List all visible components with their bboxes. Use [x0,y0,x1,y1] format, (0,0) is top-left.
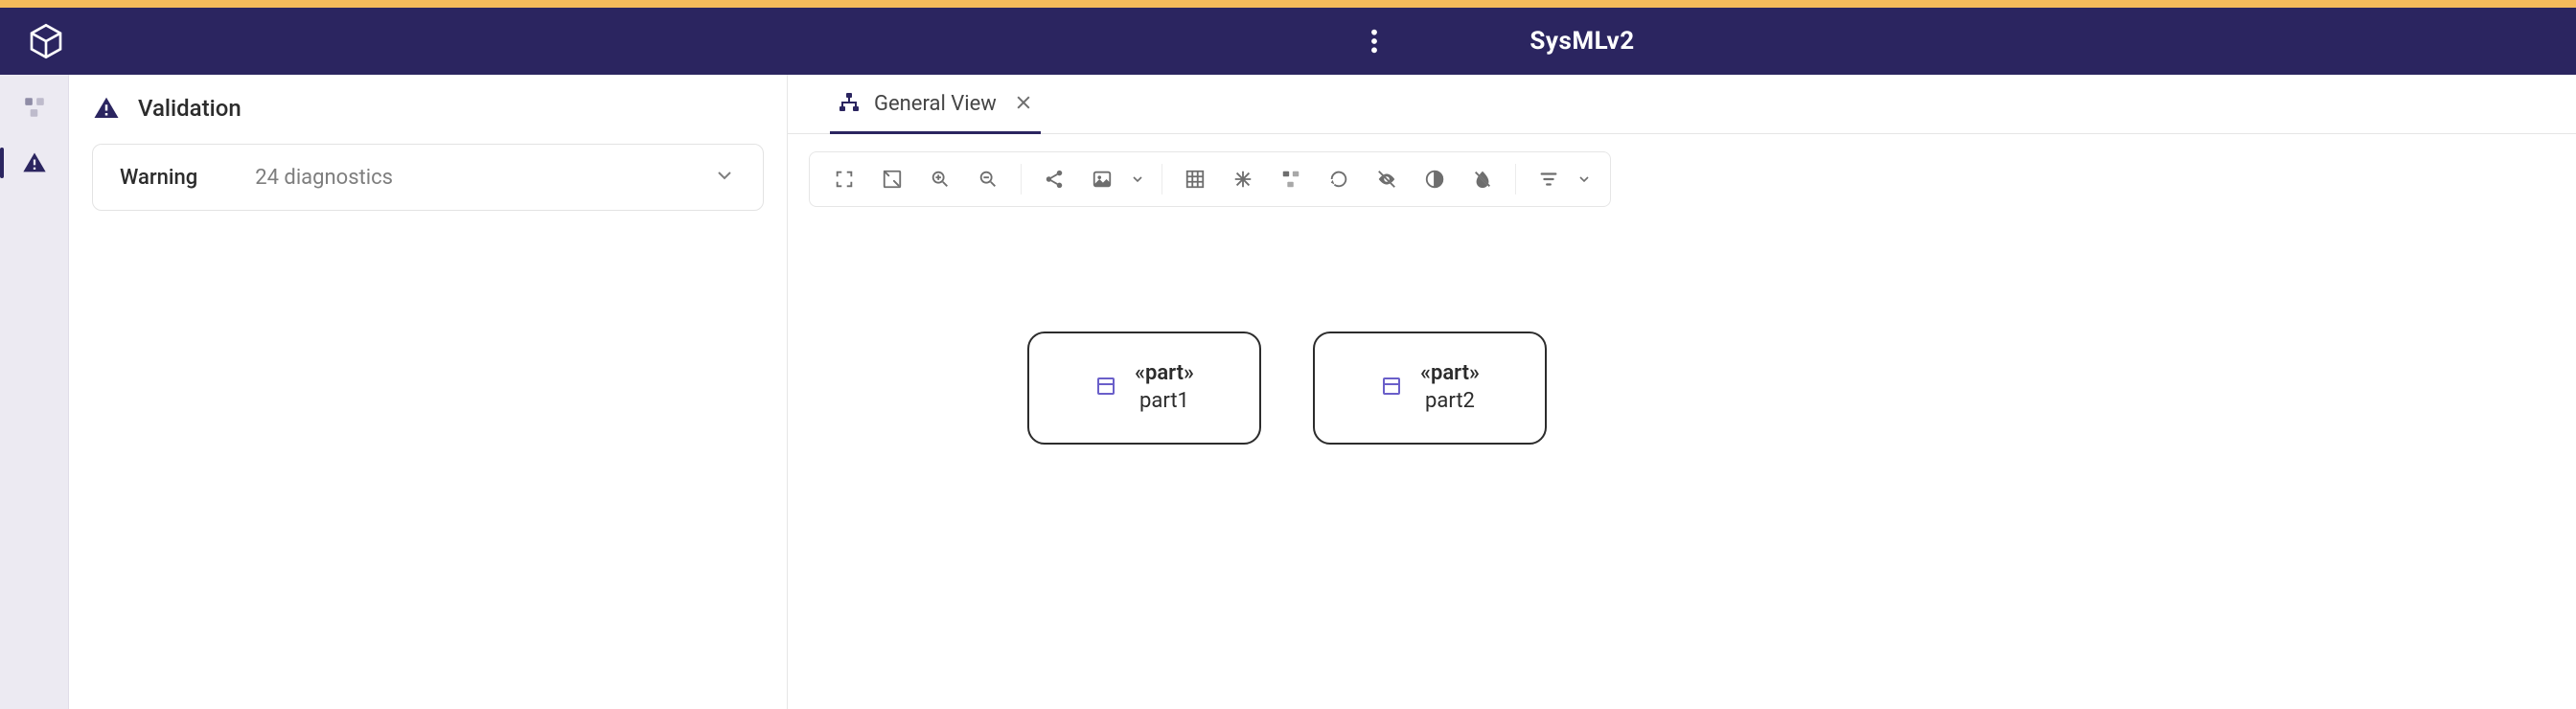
app-title: SysMLv2 [1530,27,1634,56]
snap-icon[interactable] [1222,158,1264,200]
part-name: part1 [1135,388,1194,416]
part-node[interactable]: «part» part1 [1027,332,1261,445]
part-icon [1380,375,1403,401]
part-name: part2 [1420,388,1480,416]
filter-icon[interactable] [1528,158,1570,200]
part-icon [1094,375,1117,401]
filter-chevron-icon[interactable] [1572,158,1597,200]
contrast-icon[interactable] [1414,158,1456,200]
rail-tree-icon[interactable] [15,88,54,126]
rail-warning-icon[interactable] [15,144,54,182]
app-header: SysMLv2 [0,8,2576,75]
tab-label: General View [874,92,997,116]
diagram-icon [838,91,861,118]
image-export-icon[interactable] [1081,158,1123,200]
validation-panel: Validation Warning 24 diagnostics [69,75,788,709]
diagnostics-level: Warning [120,166,197,190]
close-icon[interactable] [1014,93,1033,116]
diagnostics-row[interactable]: Warning 24 diagnostics [92,144,764,211]
main-pane: General View [788,75,2576,709]
header-more-icon[interactable] [1357,24,1392,58]
top-accent-bar [0,0,2576,8]
zoom-in-icon[interactable] [919,158,961,200]
auto-layout-icon[interactable] [1318,158,1360,200]
grid-icon[interactable] [1174,158,1216,200]
diagram-canvas[interactable]: «part» part1 «part» part2 [788,207,2576,709]
paint-off-icon[interactable] [1461,158,1504,200]
part-stereotype: «part» [1135,360,1194,388]
expand-icon[interactable] [823,158,865,200]
diagnostics-count: 24 diagnostics [255,166,393,190]
side-rail [0,75,69,709]
tree-layout-icon[interactable] [1270,158,1312,200]
visibility-off-icon[interactable] [1366,158,1408,200]
share-icon[interactable] [1033,158,1075,200]
tab-bar: General View [788,75,2576,134]
zoom-out-icon[interactable] [967,158,1009,200]
validation-header: Validation [92,94,764,123]
validation-warning-icon [92,94,121,123]
part-stereotype: «part» [1420,360,1480,388]
image-chevron-icon[interactable] [1125,158,1150,200]
validation-title: Validation [138,95,242,122]
chevron-down-icon [713,164,736,191]
app-logo-icon[interactable] [27,22,65,60]
fit-screen-icon[interactable] [871,158,913,200]
tab-general-view[interactable]: General View [830,75,1041,133]
diagram-toolbar [809,151,1611,207]
part-node[interactable]: «part» part2 [1313,332,1547,445]
